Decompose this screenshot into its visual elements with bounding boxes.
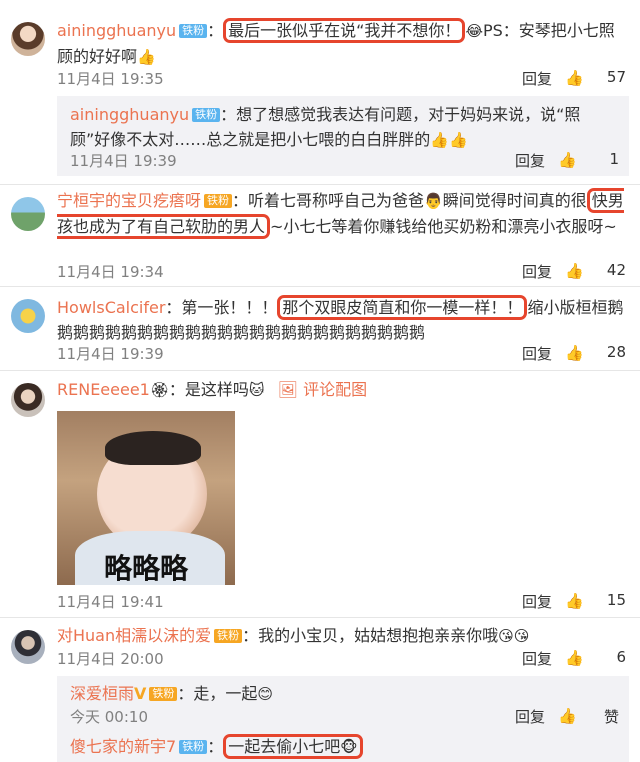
- comment-meta: 11月4日 19:34 回复 👍 42: [57, 261, 626, 283]
- fan-badge: 铁粉: [179, 740, 208, 754]
- like-count: 6: [616, 648, 626, 666]
- comment-meta: 11月4日 19:35 回复 👍 57: [57, 68, 626, 90]
- username[interactable]: 深爱桓雨: [70, 684, 134, 703]
- thumbs-up-emoji-icon: 👍: [137, 48, 156, 66]
- image-icon: 🖼: [277, 380, 298, 399]
- like-count: 28: [606, 343, 626, 361]
- avatar[interactable]: [11, 383, 45, 417]
- reply-button[interactable]: 回复: [522, 343, 552, 364]
- like-count: 42: [606, 261, 626, 279]
- smile-emoji-icon: 😊: [257, 685, 274, 703]
- image-caption: 略略略: [103, 552, 188, 585]
- comment-text: 对Huan相濡以沫的爱 铁粉 ：我的小宝贝，姑姑想抱抱亲亲你哦😘😘: [57, 623, 626, 649]
- sub-replies: ainingghuanyu 铁粉 ：想了想感觉我表达有问题，对于妈妈来说，说“照顾”…: [57, 96, 629, 176]
- timestamp: 今天 00:10: [70, 708, 148, 726]
- reply-button[interactable]: 回复: [515, 150, 545, 171]
- avatar[interactable]: [11, 630, 45, 664]
- fan-badge: 铁粉: [192, 108, 221, 122]
- reply-meta: 今天 00:10 回复 👍 赞: [70, 706, 619, 728]
- reply-text: 傻七家的新宇7 铁粉：一起去偷小七吧🐵: [70, 734, 619, 760]
- like-icon[interactable]: 👍: [558, 151, 577, 169]
- fan-badge: 铁粉: [214, 629, 243, 643]
- timestamp: 11月4日 19:41: [57, 593, 164, 611]
- username[interactable]: 傻七家的新宇7: [70, 737, 176, 756]
- baby-hair: [105, 431, 201, 465]
- comment-1: ainingghuanyu 铁粉：最后一张似乎在说“我并不想你！ 😂PS：安琴把小七…: [0, 0, 640, 176]
- timestamp: 11月4日 19:39: [70, 152, 177, 170]
- reply-button[interactable]: 回复: [522, 261, 552, 282]
- comment-3: HowlsCalcifer：第一张！！！ 那个双眼皮简直和你一模一样！！ 缩小版桓桓…: [0, 287, 640, 369]
- face-emoji-icon: 👨: [424, 192, 443, 210]
- like-icon[interactable]: 👍: [565, 262, 584, 280]
- comment-5: 对Huan相濡以沫的爱 铁粉 ：我的小宝贝，姑姑想抱抱亲亲你哦😘😘 11月4日 20…: [0, 618, 640, 762]
- highlighted-text: 一起去偷小七吧🐵: [223, 734, 363, 759]
- comment-meta: 11月4日 19:41 回复 👍 15: [57, 591, 626, 613]
- comment-text: HowlsCalcifer：第一张！！！ 那个双眼皮简直和你一模一样！！ 缩小版桓桓…: [57, 295, 626, 345]
- like-count: 15: [606, 591, 626, 609]
- sub-replies: 深爱桓雨V 铁粉 ：走，一起😊 今天 00:10 回复 👍 赞 傻七家的新宇7 铁粉：…: [57, 676, 629, 762]
- timestamp: 11月4日 19:35: [57, 70, 164, 88]
- fan-badge: 铁粉: [149, 687, 178, 701]
- comment-4: RENEeeee1🏵：是这样吗🐱 🖼 评论配图 略略略 11月4日 19:41 …: [0, 371, 640, 621]
- timestamp: 11月4日 19:34: [57, 263, 164, 281]
- reply-text: 深爱桓雨V 铁粉 ：走，一起😊: [70, 681, 619, 707]
- kiss-emoji-icon: 😘😘: [498, 627, 530, 645]
- like-icon[interactable]: 👍: [565, 344, 584, 362]
- like-count: 57: [606, 68, 626, 86]
- avatar[interactable]: [11, 197, 45, 231]
- like-icon[interactable]: 👍: [558, 707, 577, 725]
- comment-image[interactable]: 略略略: [57, 411, 235, 585]
- comment-text: RENEeeee1🏵：是这样吗🐱 🖼 评论配图: [57, 377, 626, 403]
- fan-level-icon: 🏵: [149, 381, 169, 399]
- reply-button[interactable]: 回复: [522, 591, 552, 612]
- reply-button[interactable]: 回复: [522, 68, 552, 89]
- cat-emoji-icon: 🐱: [248, 381, 265, 399]
- like-icon[interactable]: 👍: [565, 592, 584, 610]
- comment-meta: 11月4日 19:39 回复 👍 28: [57, 343, 626, 365]
- username[interactable]: 宁桓宇的宝贝疙瘩呀: [57, 191, 201, 210]
- avatar[interactable]: [11, 22, 45, 56]
- verified-icon: V: [134, 684, 147, 703]
- username[interactable]: ainingghuanyu: [70, 105, 189, 124]
- username[interactable]: RENEeeee1: [57, 380, 150, 399]
- reply-button[interactable]: 回复: [515, 706, 545, 727]
- timestamp: 11月4日 20:00: [57, 650, 164, 668]
- like-icon[interactable]: 👍: [565, 649, 584, 667]
- reply-meta: 11月4日 19:39 回复 👍 1: [70, 150, 619, 172]
- like-count: 1: [609, 150, 619, 168]
- username[interactable]: ainingghuanyu: [57, 21, 176, 40]
- comment-meta: 11月4日 20:00 回复 👍 6: [57, 648, 626, 670]
- fan-badge: 铁粉: [179, 24, 208, 38]
- grin-emoji-icon: 😂: [465, 22, 483, 40]
- monkey-emoji-icon: 🐵: [340, 738, 358, 756]
- highlighted-text: 那个双眼皮简直和你一模一样！！: [277, 295, 528, 320]
- comment-text: 宁桓宇的宝贝疙瘩呀 铁粉 ：听着七哥称呼自己为爸爸👨瞬间觉得时间真的很 快男孩也成为了…: [57, 188, 626, 240]
- timestamp: 11月4日 19:39: [57, 345, 164, 363]
- like-icon[interactable]: 👍: [565, 69, 584, 87]
- reply-button[interactable]: 回复: [522, 648, 552, 669]
- reply-text: ainingghuanyu 铁粉 ：想了想感觉我表达有问题，对于妈妈来说，说“照顾”…: [70, 102, 619, 153]
- fan-badge: 铁粉: [204, 194, 233, 208]
- highlighted-text: 最后一张似乎在说“我并不想你！: [223, 18, 466, 43]
- username[interactable]: 对Huan相濡以沫的爱: [57, 626, 211, 645]
- like-label[interactable]: 赞: [581, 706, 619, 727]
- comment-text: ainingghuanyu 铁粉：最后一张似乎在说“我并不想你！ 😂PS：安琴把小七…: [57, 18, 626, 70]
- comment-2: 宁桓宇的宝贝疙瘩呀 铁粉 ：听着七哥称呼自己为爸爸👨瞬间觉得时间真的很 快男孩也成为了…: [0, 185, 640, 285]
- comment-image-link[interactable]: 🖼 评论配图: [278, 380, 367, 399]
- avatar[interactable]: [11, 299, 45, 333]
- username[interactable]: HowlsCalcifer: [57, 298, 165, 317]
